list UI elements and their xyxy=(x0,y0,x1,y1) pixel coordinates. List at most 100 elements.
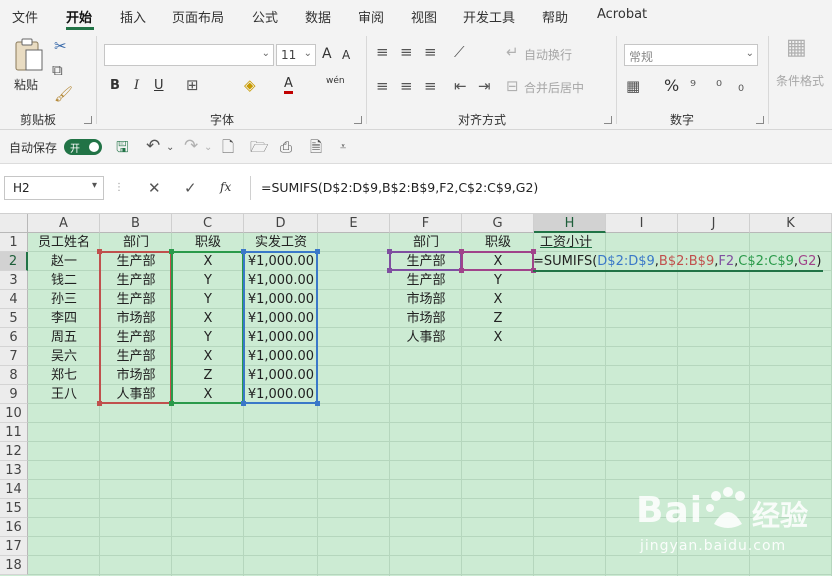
align-center-icon[interactable]: ≡ xyxy=(400,78,413,94)
row-header-7[interactable]: 7 xyxy=(0,347,28,366)
autosave-toggle[interactable]: 开 xyxy=(64,139,102,155)
menu-help[interactable]: 帮助 xyxy=(542,7,568,26)
table1-cell[interactable]: 王八 xyxy=(28,385,100,404)
cancel-icon[interactable]: ✕ xyxy=(148,180,161,196)
merge-center-button[interactable]: 合并后居中 xyxy=(524,79,584,96)
menu-file[interactable]: 文件 xyxy=(12,7,38,26)
range-handle[interactable] xyxy=(241,249,246,254)
column-header-c[interactable]: C xyxy=(172,214,244,233)
chevron-down-icon[interactable]: ⌄ xyxy=(204,140,212,156)
table1-header[interactable]: 职级 xyxy=(172,233,244,252)
currency-icon[interactable]: ▦ xyxy=(626,78,640,94)
row-header-9[interactable]: 9 xyxy=(0,385,28,404)
increase-indent-icon[interactable]: ⇥ xyxy=(478,78,491,94)
table2-cell[interactable]: Z xyxy=(462,309,534,328)
underline-button[interactable]: U xyxy=(154,78,164,93)
font-name-dropdown[interactable]: ⌄ xyxy=(104,44,274,66)
table1-cell[interactable]: 孙三 xyxy=(28,290,100,309)
print-icon[interactable]: ⎙ xyxy=(280,139,292,155)
bold-button[interactable]: B xyxy=(110,78,120,93)
range-handle[interactable] xyxy=(97,249,102,254)
customize-qat-icon[interactable]: ⩡ xyxy=(340,139,346,155)
column-header-j[interactable]: J xyxy=(678,214,750,233)
font-color-button[interactable]: A xyxy=(284,77,293,94)
align-middle-icon[interactable]: ≡ xyxy=(400,44,413,60)
align-left-icon[interactable]: ≡ xyxy=(376,78,389,94)
fill-color-icon[interactable]: ◈ xyxy=(244,77,256,93)
enter-icon[interactable]: ✓ xyxy=(184,180,197,196)
border-icon[interactable]: ⊞ xyxy=(186,77,199,93)
menu-home[interactable]: 开始 xyxy=(66,7,92,26)
row-header-1[interactable]: 1 xyxy=(0,233,28,252)
italic-button[interactable]: I xyxy=(134,78,139,93)
shrink-font-button[interactable]: A xyxy=(342,48,350,62)
menu-developer[interactable]: 开发工具 xyxy=(463,7,515,26)
row-header-18[interactable]: 18 xyxy=(0,556,28,575)
table1-header[interactable]: 实发工资 xyxy=(244,233,318,252)
range-handle[interactable] xyxy=(241,401,246,406)
row-header-4[interactable]: 4 xyxy=(0,290,28,309)
column-header-a[interactable]: A xyxy=(28,214,100,233)
table1-cell[interactable]: 李四 xyxy=(28,309,100,328)
table2-cell[interactable]: 市场部 xyxy=(390,290,462,309)
table1-cell[interactable]: 吴六 xyxy=(28,347,100,366)
row-header-6[interactable]: 6 xyxy=(0,328,28,347)
number-launcher-icon[interactable] xyxy=(756,116,764,124)
increase-decimal-icon[interactable]: ⁰ xyxy=(716,78,722,94)
table1-header[interactable]: 员工姓名 xyxy=(28,233,100,252)
table1-header[interactable]: 部门 xyxy=(100,233,172,252)
decrease-decimal-icon[interactable]: ₀ xyxy=(738,78,744,94)
menu-formulas[interactable]: 公式 xyxy=(252,7,278,26)
table2-header[interactable]: 部门 xyxy=(390,233,462,252)
column-header-g[interactable]: G xyxy=(462,214,534,233)
row-header-16[interactable]: 16 xyxy=(0,518,28,537)
print-preview-icon[interactable]: 🗎 xyxy=(310,139,322,155)
range-handle[interactable] xyxy=(169,401,174,406)
editing-cell-h2[interactable]: =SUMIFS(D$2:D$9,B$2:B$9,F2,C$2:C$9,G2) xyxy=(533,252,823,272)
clipboard-launcher-icon[interactable] xyxy=(84,116,92,124)
row-header-14[interactable]: 14 xyxy=(0,480,28,499)
range-handle[interactable] xyxy=(459,249,464,254)
range-handle[interactable] xyxy=(459,268,464,273)
align-bottom-icon[interactable]: ≡ xyxy=(424,44,437,60)
menu-data[interactable]: 数据 xyxy=(305,7,331,26)
row-header-13[interactable]: 13 xyxy=(0,461,28,480)
menu-acrobat[interactable]: Acrobat xyxy=(597,7,647,22)
table2-header[interactable]: 工资小计 xyxy=(534,233,606,252)
range-handle[interactable] xyxy=(387,268,392,273)
name-box[interactable]: H2 ▾ xyxy=(4,176,104,200)
alignment-launcher-icon[interactable] xyxy=(604,116,612,124)
font-size-dropdown[interactable]: 11 ⌄ xyxy=(276,44,316,66)
range-handle[interactable] xyxy=(315,401,320,406)
table2-cell[interactable]: 生产部 xyxy=(390,271,462,290)
range-handle[interactable] xyxy=(169,249,174,254)
row-header-8[interactable]: 8 xyxy=(0,366,28,385)
select-all-corner[interactable] xyxy=(0,214,28,233)
insert-function-button[interactable]: fx xyxy=(220,180,231,194)
row-header-5[interactable]: 5 xyxy=(0,309,28,328)
align-top-icon[interactable]: ≡ xyxy=(376,44,389,60)
formula-input[interactable]: =SUMIFS(D$2:D$9,B$2:B$9,F2,C$2:C$9,G2) xyxy=(250,176,832,200)
undo-icon[interactable]: ↶ xyxy=(146,138,160,155)
column-header-d[interactable]: D xyxy=(244,214,318,233)
column-header-h[interactable]: H xyxy=(534,214,606,233)
column-header-k[interactable]: K xyxy=(750,214,832,233)
range-handle[interactable] xyxy=(315,249,320,254)
format-painter-icon[interactable]: 🖌 xyxy=(54,86,73,102)
table2-cell[interactable]: Y xyxy=(462,271,534,290)
column-header-e[interactable]: E xyxy=(318,214,390,233)
comma-style-icon[interactable]: ⁹ xyxy=(690,78,696,94)
table1-cell[interactable]: 郑七 xyxy=(28,366,100,385)
conditional-format-button[interactable]: 条件格式 xyxy=(776,72,824,89)
table1-cell[interactable]: 钱二 xyxy=(28,271,100,290)
font-launcher-icon[interactable] xyxy=(354,116,362,124)
menu-view[interactable]: 视图 xyxy=(411,7,437,26)
orientation-icon[interactable]: ⟋ xyxy=(454,44,465,60)
row-header-2[interactable]: 2 xyxy=(0,252,28,271)
redo-icon[interactable]: ↷ xyxy=(184,138,198,155)
new-file-icon[interactable]: 🗋 xyxy=(222,139,234,155)
row-header-11[interactable]: 11 xyxy=(0,423,28,442)
open-folder-icon[interactable]: 🗁 xyxy=(250,139,269,155)
range-handle[interactable] xyxy=(97,401,102,406)
column-header-i[interactable]: I xyxy=(606,214,678,233)
